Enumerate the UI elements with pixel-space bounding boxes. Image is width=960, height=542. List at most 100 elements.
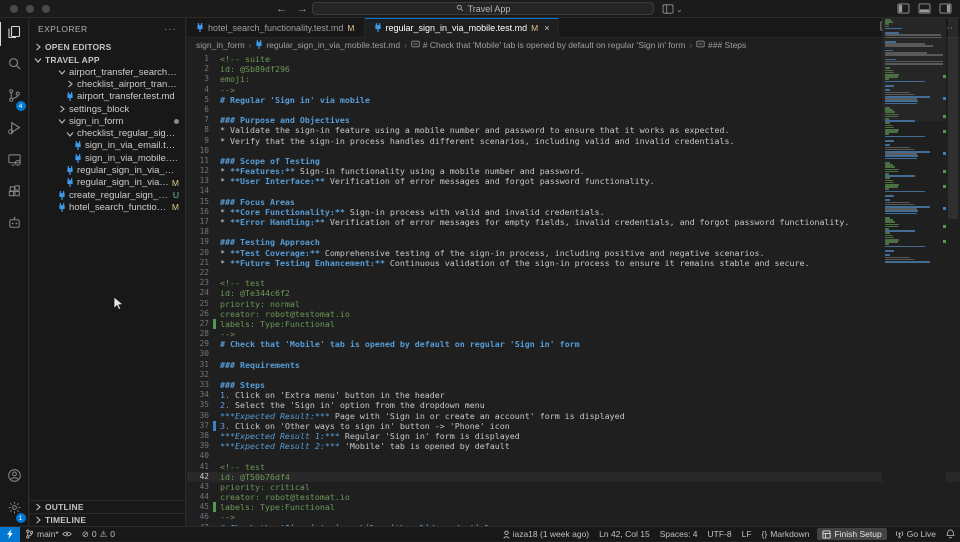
code-line-33[interactable]: 33### Steps: [187, 380, 960, 390]
outline-section[interactable]: OUTLINE: [30, 500, 185, 513]
activity-bar-testomat[interactable]: [0, 210, 29, 242]
code-line-9[interactable]: 9* Verify that the sign-in process handl…: [187, 136, 960, 146]
code-line-5[interactable]: 5# Regular 'Sign in' via mobile: [187, 95, 960, 105]
close-window-button[interactable]: [10, 5, 18, 13]
activity-bar-remote-explorer[interactable]: [0, 146, 29, 178]
code-line-1[interactable]: 1<!-- suite: [187, 54, 960, 64]
tree-item-regular-sign-in-via-mobile-test[interactable]: regular_sign_in_via_mobile.test...M: [30, 177, 185, 189]
minimize-window-button[interactable]: [26, 5, 34, 13]
breadcrumb-item-2[interactable]: # Check that 'Mobile' tab is opened by d…: [411, 40, 686, 50]
code-line-11[interactable]: 11### Scope of Testing: [187, 156, 960, 166]
code-line-38[interactable]: 38***Expected Result 1:*** Regular 'Sign…: [187, 431, 960, 441]
code-line-26[interactable]: 26creator: robot@testomat.io: [187, 309, 960, 319]
breadcrumb-item-1[interactable]: regular_sign_in_via_mobile.test.md: [255, 40, 400, 51]
customize-layout-button[interactable]: ⌄: [662, 2, 683, 16]
code-line-19[interactable]: 19### Testing Approach: [187, 237, 960, 247]
tree-item-hotel-search-functionality-test-md[interactable]: hotel_search_functionality.test.mdM: [30, 201, 185, 213]
activity-bar-search[interactable]: [0, 50, 29, 82]
activity-bar-settings[interactable]: 1: [0, 494, 29, 526]
explorer-more-actions-button[interactable]: ···: [164, 24, 177, 35]
activity-bar-accounts[interactable]: [0, 462, 29, 494]
tree-item-checklist-regular-sign-in-form-field[interactable]: checklist_regular_sign_in_form_field...: [30, 127, 185, 139]
timeline-section[interactable]: TIMELINE: [30, 513, 185, 526]
forward-button[interactable]: →: [297, 3, 308, 15]
code-line-12[interactable]: 12* **Features:** Sign-in functionality …: [187, 166, 960, 176]
git-blame-item[interactable]: iaza18 (1 week ago): [498, 527, 595, 542]
code-line-31[interactable]: 31### Requirements: [187, 360, 960, 370]
tree-item-sign-in-via-email-test-md[interactable]: sign_in_via_email.test.md: [30, 140, 185, 152]
toggle-panel-button[interactable]: [918, 3, 931, 14]
code-line-32[interactable]: 32: [187, 370, 960, 380]
activity-bar-explorer[interactable]: [0, 18, 29, 50]
code-line-17[interactable]: 17* **Error Handling:** Verification of …: [187, 217, 960, 227]
finish-setup-button[interactable]: Finish Setup: [817, 528, 886, 540]
code-line-8[interactable]: 8* Validate the sign-in feature using a …: [187, 125, 960, 135]
tree-item-sign-in-via-mobile-test-md[interactable]: sign_in_via_mobile.test.md: [30, 152, 185, 164]
eol-item[interactable]: LF: [737, 527, 757, 542]
code-line-46[interactable]: 46-->: [187, 512, 960, 522]
indentation-item[interactable]: Spaces: 4: [655, 527, 703, 542]
tree-item-settings-block[interactable]: settings_block: [30, 103, 185, 115]
code-line-14[interactable]: 14: [187, 186, 960, 196]
code-line-36[interactable]: 36***Expected Result:*** Page with 'Sign…: [187, 411, 960, 421]
code-editor[interactable]: 1<!-- suite2id: @Sb89df2963emoji:4-->5# …: [187, 52, 960, 526]
tree-item-regular-sign-in-via-email-test-md[interactable]: regular_sign_in_via_email.test.md: [30, 164, 185, 176]
zoom-window-button[interactable]: [42, 5, 50, 13]
problems-item[interactable]: ⊘ 0 ⚠ 0: [77, 527, 120, 542]
code-line-21[interactable]: 21* **Future Testing Enhancement:** Cont…: [187, 258, 960, 268]
activity-bar-source-control[interactable]: 4: [0, 82, 29, 114]
code-line-16[interactable]: 16* **Core Functionality:** Sign-in proc…: [187, 207, 960, 217]
tab-hotel-search-functionality-test-md[interactable]: hotel_search_functionality.test.mdM: [187, 18, 365, 38]
scrollbar-slider[interactable]: [948, 18, 958, 219]
close-tab-button[interactable]: ×: [544, 23, 549, 33]
code-line-13[interactable]: 13* **User Interface:** Verification of …: [187, 176, 960, 186]
code-line-6[interactable]: 6: [187, 105, 960, 115]
breadcrumb-item-3[interactable]: ### Steps: [696, 40, 746, 50]
code-line-18[interactable]: 18: [187, 227, 960, 237]
code-line-15[interactable]: 15### Focus Areas: [187, 197, 960, 207]
minimap[interactable]: [882, 18, 946, 526]
toggle-secondary-sidebar-button[interactable]: [939, 3, 952, 14]
tree-item-create-regular-sign-up-form-test[interactable]: create_regular_sign_up_form.test...U: [30, 189, 185, 201]
code-line-25[interactable]: 25priority: normal: [187, 299, 960, 309]
code-line-37[interactable]: 373. Click on 'Other ways to sign in' bu…: [187, 421, 960, 431]
code-line-28[interactable]: 28-->: [187, 329, 960, 339]
open-editors-section[interactable]: OPEN EDITORS: [30, 40, 185, 53]
tab-regular-sign-in-via-mobile-test-md[interactable]: regular_sign_in_via_mobile.test.mdM×: [365, 18, 560, 38]
code-line-27[interactable]: 27labels: Type:Functional: [187, 319, 960, 329]
command-center[interactable]: Travel App: [312, 2, 654, 15]
activity-bar-run-debug[interactable]: [0, 114, 29, 146]
code-line-44[interactable]: 44creator: robot@testomat.io: [187, 492, 960, 502]
notifications-bell-button[interactable]: [941, 527, 960, 542]
code-line-43[interactable]: 43priority: critical: [187, 482, 960, 492]
code-line-24[interactable]: 24id: @Te344c6f2: [187, 288, 960, 298]
go-live-button[interactable]: Go Live: [890, 527, 941, 542]
remote-indicator[interactable]: [0, 527, 20, 542]
language-mode-item[interactable]: {} Markdown: [757, 527, 815, 542]
code-line-3[interactable]: 3emoji:: [187, 74, 960, 84]
code-line-22[interactable]: 22: [187, 268, 960, 278]
toggle-primary-sidebar-button[interactable]: [897, 3, 910, 14]
code-line-40[interactable]: 40: [187, 451, 960, 461]
code-line-7[interactable]: 7### Purpose and Objectives: [187, 115, 960, 125]
git-branch-item[interactable]: main*: [20, 527, 77, 542]
code-line-34[interactable]: 341. Click on 'Extra menu' button in the…: [187, 390, 960, 400]
tree-item-sign-in-form[interactable]: sign_in_form: [30, 115, 185, 127]
workspace-root-item[interactable]: TRAVEL APP: [30, 53, 185, 66]
code-line-29[interactable]: 29# Check that 'Mobile' tab is opened by…: [187, 339, 960, 349]
code-line-45[interactable]: 45labels: Type:Functional: [187, 502, 960, 512]
code-line-35[interactable]: 352. Select the 'Sign in' option from th…: [187, 400, 960, 410]
code-line-4[interactable]: 4-->: [187, 85, 960, 95]
vertical-scrollbar[interactable]: [946, 18, 960, 526]
cursor-position-item[interactable]: Ln 42, Col 15: [594, 527, 655, 542]
tree-item-checklist-airport-transfer-search-fie[interactable]: checklist_airport_transfer_search_fie...: [30, 78, 185, 90]
code-line-42[interactable]: 42id: @T50b76df4: [187, 472, 960, 482]
breadcrumb-item-0[interactable]: sign_in_form: [196, 40, 245, 50]
code-line-2[interactable]: 2id: @Sb89df296: [187, 64, 960, 74]
code-line-41[interactable]: 41<!-- test: [187, 462, 960, 472]
code-line-30[interactable]: 30: [187, 349, 960, 359]
activity-bar-extensions[interactable]: [0, 178, 29, 210]
back-button[interactable]: ←: [276, 3, 287, 15]
code-line-39[interactable]: 39***Expected Result 2:*** 'Mobile' tab …: [187, 441, 960, 451]
encoding-item[interactable]: UTF-8: [703, 527, 737, 542]
